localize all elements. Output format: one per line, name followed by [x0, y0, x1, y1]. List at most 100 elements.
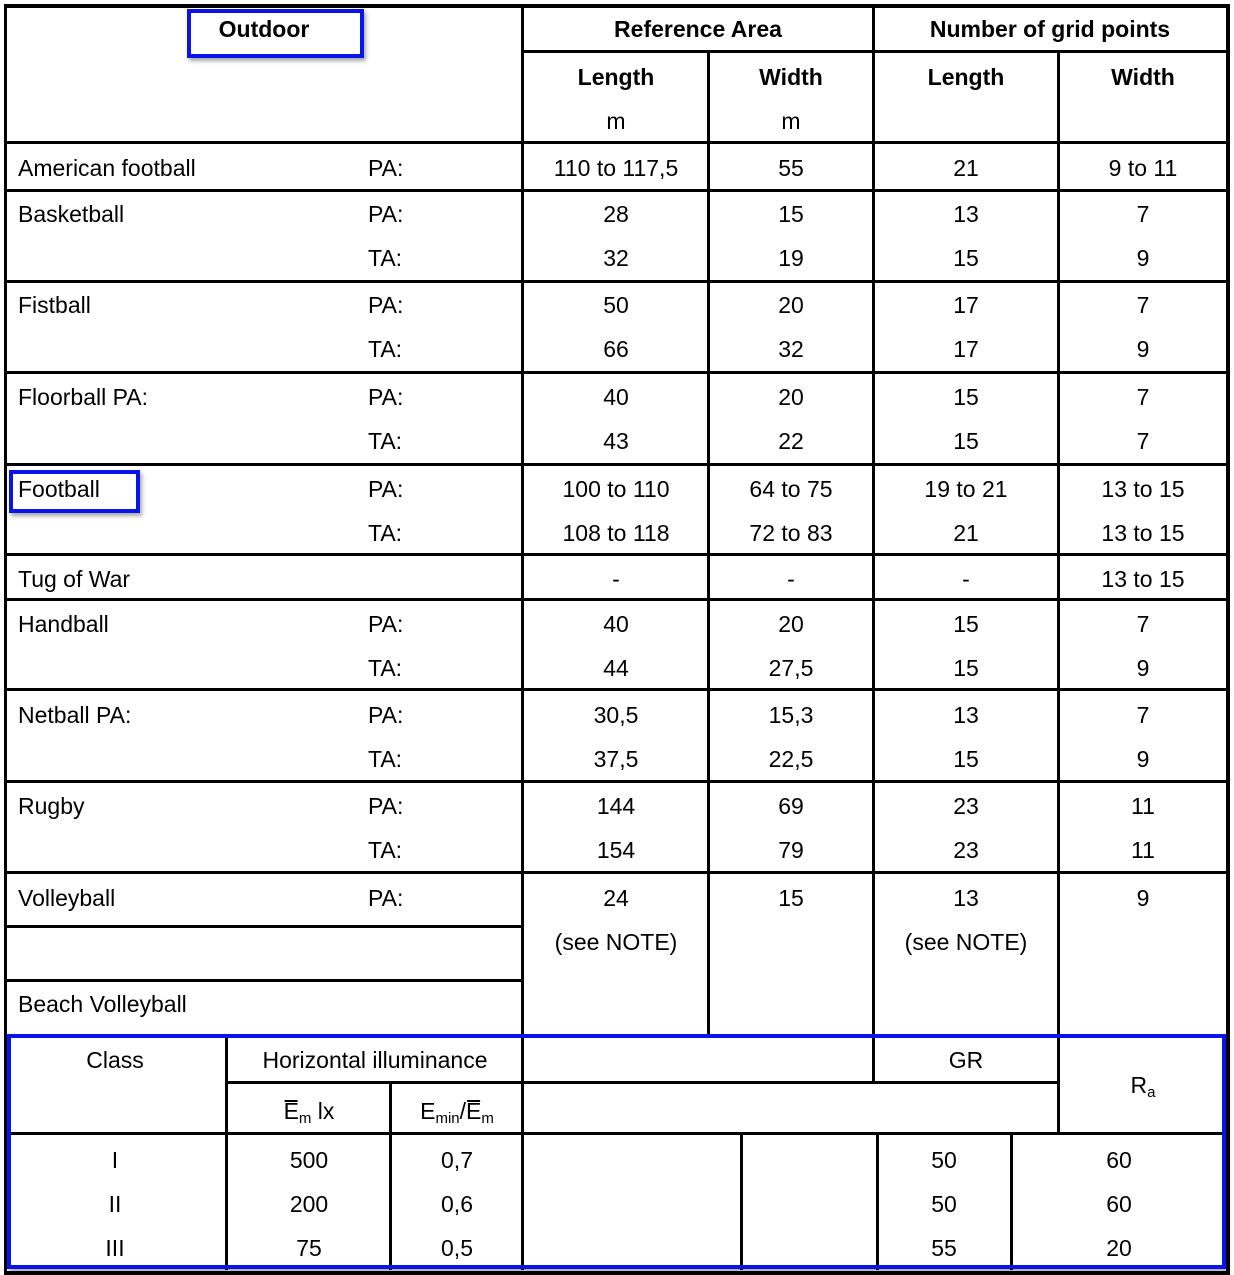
cell-ref-width: 27,5 — [768, 655, 814, 681]
cell-grid-length: 17 — [953, 292, 979, 318]
cell-ref-width: 22,5 — [768, 746, 814, 772]
ref-length-header: Length — [577, 64, 655, 90]
cell-ref-length: 32 — [603, 245, 629, 271]
ref-width-unit: m — [781, 108, 801, 134]
cell-grid-length: 15 — [953, 746, 979, 772]
row-line — [4, 553, 1230, 556]
row-line — [4, 189, 1230, 192]
cell-grid-length: 15 — [953, 611, 979, 637]
cell-grid-length: 19 to 21 — [924, 476, 1008, 502]
outdoor-header: Outdoor — [218, 16, 310, 42]
lighting-highlight — [7, 1034, 1226, 1269]
area-type: TA: — [368, 837, 403, 863]
cell-grid-length: - — [962, 566, 970, 592]
cell-ref-length: 24 — [603, 885, 629, 911]
cell-ref-width: 20 — [778, 384, 804, 410]
col-line — [872, 4, 875, 1036]
cell-ref-length: 50 — [603, 292, 629, 318]
cell-ref-length: 66 — [603, 336, 629, 362]
row-line — [4, 141, 1230, 144]
grid-length-header: Length — [927, 64, 1005, 90]
area-type: TA: — [368, 520, 403, 546]
cell-ref-length: 40 — [603, 611, 629, 637]
cell-ref-width: 72 to 83 — [749, 520, 833, 546]
area-type: PA: — [368, 155, 404, 181]
football-highlight — [9, 470, 140, 513]
area-type: TA: — [368, 655, 403, 681]
sport-name: Volleyball — [18, 885, 116, 911]
area-type: PA: — [368, 201, 404, 227]
cell-ref-width: 22 — [778, 428, 804, 454]
cell-grid-length: 13 — [953, 702, 979, 728]
cell-ref-length: 110 to 117,5 — [553, 155, 679, 181]
area-type: PA: — [368, 702, 404, 728]
sport-name: Beach Volleyball — [18, 991, 187, 1017]
area-type: PA: — [368, 476, 404, 502]
cell-grid-width: 9 — [1136, 336, 1150, 362]
cell-ref-width: 15,3 — [768, 702, 814, 728]
row-line — [4, 280, 1230, 283]
sport-name: Basketball — [18, 201, 125, 227]
cell-grid-width: 13 to 15 — [1101, 476, 1185, 502]
cell-grid-length: 15 — [953, 245, 979, 271]
ref-length-unit: m — [606, 108, 626, 134]
cell-ref-width: 79 — [778, 837, 804, 863]
cell-grid-width: 7 — [1136, 292, 1150, 318]
cell-grid-length: 23 — [953, 837, 979, 863]
cell-ref-length: (see NOTE) — [554, 929, 678, 955]
cell-ref-width: 20 — [778, 292, 804, 318]
col-line — [1057, 52, 1060, 1036]
cell-grid-width: 7 — [1136, 384, 1150, 410]
col-line — [707, 52, 710, 1036]
cell-grid-length: 21 — [953, 520, 979, 546]
cell-grid-length: 15 — [953, 384, 979, 410]
cell-grid-width: 7 — [1136, 201, 1150, 227]
area-type: PA: — [368, 885, 404, 911]
area-type: TA: — [368, 746, 403, 772]
cell-grid-width: 9 to 11 — [1108, 155, 1178, 181]
grid-width-header: Width — [1111, 64, 1175, 90]
cell-grid-width: 11 — [1131, 793, 1155, 819]
cell-grid-length: 15 — [953, 655, 979, 681]
cell-ref-length: 28 — [603, 201, 629, 227]
row-line — [4, 463, 1230, 466]
cell-ref-length: 108 to 118 — [562, 520, 670, 546]
border-bottom — [4, 1271, 1230, 1275]
sport-name: Tug of War — [18, 566, 131, 592]
cell-ref-length: 40 — [603, 384, 629, 410]
cell-ref-width: 20 — [778, 611, 804, 637]
cell-grid-width: 9 — [1136, 746, 1150, 772]
grid-points-header: Number of grid points — [929, 16, 1171, 42]
border-top — [4, 4, 1230, 8]
area-type: TA: — [368, 428, 403, 454]
sport-name: Rugby — [18, 793, 85, 819]
ref-width-header: Width — [759, 64, 823, 90]
cell-grid-width: 7 — [1136, 611, 1150, 637]
cell-ref-width: 15 — [778, 885, 804, 911]
row-line — [4, 871, 1230, 874]
cell-grid-length: (see NOTE) — [904, 929, 1028, 955]
reference-area-header: Reference Area — [614, 16, 782, 42]
cell-ref-width: 64 to 75 — [749, 476, 833, 502]
cell-grid-width: 7 — [1136, 702, 1150, 728]
area-type: TA: — [368, 336, 403, 362]
cell-ref-length: 44 — [603, 655, 629, 681]
row-line — [4, 979, 523, 982]
cell-ref-width: 55 — [778, 155, 804, 181]
area-type: PA: — [368, 292, 404, 318]
cell-grid-width: 7 — [1136, 428, 1150, 454]
area-type: PA: — [368, 384, 404, 410]
cell-grid-length: 13 — [953, 885, 979, 911]
cell-ref-width: 69 — [778, 793, 804, 819]
area-type: TA: — [368, 245, 403, 271]
cell-ref-width: 32 — [778, 336, 804, 362]
cell-ref-length: 144 — [596, 793, 636, 819]
cell-ref-length: 37,5 — [593, 746, 639, 772]
row-line — [521, 50, 1230, 53]
cell-grid-width: 9 — [1136, 885, 1150, 911]
cell-ref-width: 19 — [778, 245, 804, 271]
cell-grid-width: 9 — [1136, 245, 1150, 271]
cell-grid-width: 9 — [1136, 655, 1150, 681]
cell-ref-length: 30,5 — [593, 702, 639, 728]
cell-grid-length: 13 — [953, 201, 979, 227]
